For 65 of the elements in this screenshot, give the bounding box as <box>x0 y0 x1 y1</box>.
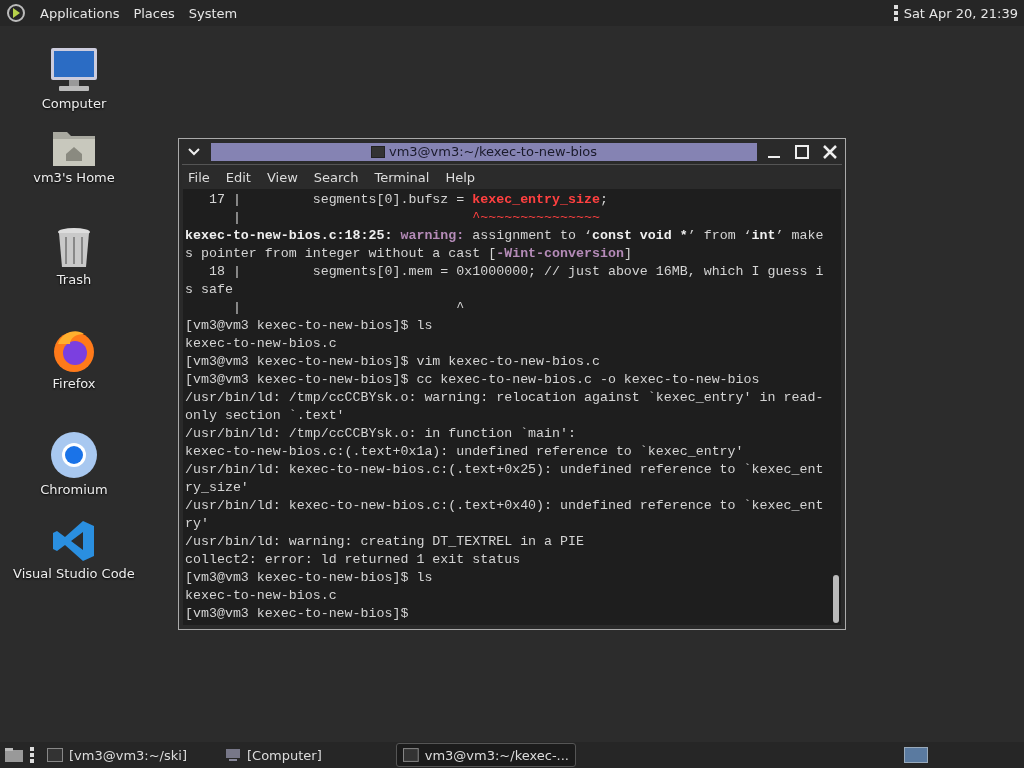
desktop-icon-label[interactable]: Visual Studio Code <box>13 566 135 581</box>
browser-icon <box>49 430 99 480</box>
terminal-line: [vm3@vm3 kexec-to-new-bios]$ ls <box>185 569 434 587</box>
scrollbar-thumb[interactable] <box>833 575 839 623</box>
menu-item[interactable]: Terminal <box>366 169 438 185</box>
desktop-icon-label[interactable]: Computer <box>41 96 107 111</box>
handle-icon[interactable] <box>893 5 898 21</box>
terminal-line: | ^ <box>231 299 466 317</box>
terminal-icon <box>403 748 419 762</box>
terminal-line: 18 | segments[0].mem = 0x1000000; // just above 16MB, which I guess i <box>207 263 825 281</box>
computer-icon <box>225 748 241 762</box>
taskbar-item-label: vm3@vm3:~/kexec-... <box>424 747 569 763</box>
window-title: vm3@vm3:~/kexec-to-new-bios <box>389 144 597 160</box>
terminal-line: /usr/bin/ld: /tmp/ccCCBYsk.o: in function `main': <box>185 425 577 443</box>
desktop-icon-label[interactable]: Chromium <box>40 482 108 497</box>
menu-item[interactable]: Search <box>305 169 367 185</box>
menu-item[interactable]: View <box>258 169 306 185</box>
desktop-icon-label[interactable]: vm3's Home <box>33 170 115 185</box>
terminal-line: /usr/bin/ld: kexec-to-new-bios.c:(.text+0x40): undefined reference to `kexec_ent <box>185 497 825 515</box>
terminal-line: | ^~~~~~~~~~~~~~~~ <box>231 209 601 227</box>
terminal-line: /usr/bin/ld: warning: creating DT_TEXTREL in a PIE <box>185 533 585 551</box>
distro-logo-icon[interactable] <box>6 3 26 23</box>
panel-menu[interactable]: Places <box>133 5 175 21</box>
taskbar-item[interactable]: [vm3@vm3:~/ski] <box>40 743 212 767</box>
code-editor-icon <box>51 518 97 564</box>
terminal-line: s pointer from integer without a cast [-Wint-conversion] <box>185 245 633 263</box>
trash-icon <box>55 226 93 270</box>
menu-item[interactable]: Help <box>437 169 484 185</box>
terminal-line: ry' <box>185 515 210 533</box>
taskbar-item-label: [vm3@vm3:~/ski] <box>69 747 187 763</box>
terminal-line: [vm3@vm3 kexec-to-new-bios]$ cc kexec-to-new-bios.c -o kexec-to-new-bios <box>185 371 761 389</box>
terminal-line: only section `.text' <box>185 407 346 425</box>
terminal-line: [vm3@vm3 kexec-to-new-bios]$ vim kexec-to-new-bios.c <box>185 353 601 371</box>
terminal-line: kexec-to-new-bios.c <box>185 587 338 605</box>
terminal-line: kexec-to-new-bios.c:(.text+0x1a): undefined reference to `kexec_entry' <box>185 443 745 461</box>
terminal-icon <box>371 145 385 158</box>
panel-menu[interactable]: System <box>188 5 238 21</box>
terminal-line: collect2: error: ld returned 1 exit status <box>185 551 522 569</box>
desktop-icon-label[interactable]: Firefox <box>52 376 96 391</box>
terminal-line: 17 | segments[0].bufsz = kexec_entry_size; <box>207 191 609 209</box>
terminal-line: kexec-to-new-bios.c <box>185 335 338 353</box>
menu-item[interactable]: File <box>188 169 218 185</box>
show-desktop-icon[interactable] <box>4 747 24 763</box>
panel-menu[interactable]: Applications <box>40 5 120 21</box>
terminal-line: [vm3@vm3 kexec-to-new-bios]$ ls <box>185 317 434 335</box>
terminal-line: [vm3@vm3 kexec-to-new-bios]$ <box>185 605 410 623</box>
taskbar-item-label: [Computer] <box>247 747 322 763</box>
close-icon <box>823 144 837 159</box>
computer-icon <box>49 46 99 94</box>
terminal-line: /usr/bin/ld: /tmp/ccCCBYsk.o: warning: relocation against `kexec_entry' in read- <box>185 389 825 407</box>
terminal-line: ry_size' <box>185 479 250 497</box>
workspace-switcher[interactable] <box>904 747 928 763</box>
clock[interactable]: Sat Apr 20, 21:39 <box>903 5 1018 21</box>
minimize-icon <box>768 155 780 158</box>
taskbar-item[interactable]: vm3@vm3:~/kexec-... <box>396 743 576 767</box>
chevron-down-icon <box>188 147 200 156</box>
desktop-icon-label[interactable]: Trash <box>56 272 92 287</box>
terminal-icon <box>47 748 63 762</box>
maximize-icon <box>795 144 809 159</box>
terminal-line: /usr/bin/ld: kexec-to-new-bios.c:(.text+0x25): undefined reference to `kexec_ent <box>185 461 825 479</box>
terminal-line: kexec-to-new-bios.c:18:25: warning: assignment to ‘const void *’ from ‘int’ make <box>185 227 825 245</box>
menu-item[interactable]: Edit <box>217 169 259 185</box>
handle-icon[interactable] <box>30 747 34 763</box>
terminal-line: s safe <box>185 281 234 299</box>
taskbar-item[interactable]: [Computer] <box>218 743 390 767</box>
